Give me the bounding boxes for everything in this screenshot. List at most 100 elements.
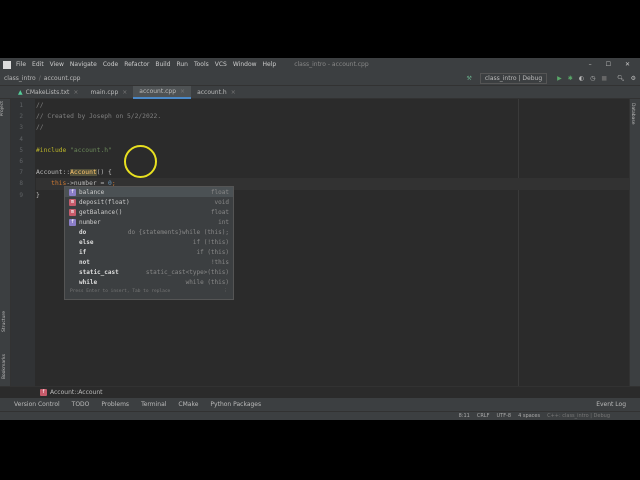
file-encoding[interactable]: UTF-8 (496, 413, 511, 419)
context-selector[interactable]: C++: class_intro | Debug (547, 413, 610, 419)
line-number: 6 (19, 157, 23, 165)
bookmarks-tool-button[interactable]: Bookmarks (2, 354, 7, 379)
completion-popup: f balance float m deposit(float) void m getBala… (64, 186, 234, 300)
completion-name: static_cast (79, 268, 119, 276)
menu-refactor[interactable]: Refactor (124, 61, 149, 68)
method-icon: m (69, 198, 76, 206)
completion-item[interactable]: f balance float (65, 187, 233, 197)
todo-button[interactable]: TODO (72, 401, 90, 408)
completion-type: void (214, 198, 229, 206)
tab-cmakelists[interactable]: ▲ CMakeLists.txt × (12, 86, 84, 99)
event-log-button[interactable]: Event Log (596, 401, 626, 408)
search-icon[interactable]: 🔍︎ (617, 75, 625, 82)
terminal-button[interactable]: Terminal (141, 401, 166, 408)
mouse-cursor-highlight (124, 145, 157, 178)
editor-tabs: ▲ CMakeLists.txt × main.cpp × account.cpp × … (0, 85, 640, 99)
line-number: 7 (19, 169, 23, 177)
completion-type: float (210, 208, 229, 216)
close-button[interactable]: ✕ (625, 61, 630, 68)
settings-gear-icon[interactable]: ⚙ (631, 75, 636, 82)
completion-type: !this (210, 258, 229, 266)
completion-item[interactable]: if if (this) (65, 247, 233, 257)
completion-item[interactable]: static_cast static_cast<type>(this) (65, 267, 233, 277)
breadcrumb-function[interactable]: Account::Account (50, 389, 103, 396)
completion-name: number (79, 218, 101, 226)
close-tab-icon[interactable]: × (231, 89, 236, 96)
completion-item[interactable]: m getBalance() float (65, 207, 233, 217)
completion-item[interactable]: do do {statements}while (this); (65, 227, 233, 237)
menu-window[interactable]: Window (233, 61, 257, 68)
tab-main-cpp[interactable]: main.cpp × (84, 86, 133, 99)
build-hammer-icon[interactable]: ⚒ (466, 75, 471, 82)
project-tool-button[interactable]: Project (0, 101, 5, 116)
menu-build[interactable]: Build (155, 61, 170, 68)
close-tab-icon[interactable]: × (180, 88, 185, 95)
maximize-button[interactable]: ☐ (606, 61, 611, 68)
menu-tools[interactable]: Tools (194, 61, 209, 68)
tab-account-h[interactable]: account.h × (191, 86, 242, 99)
python-packages-button[interactable]: Python Packages (210, 401, 261, 408)
completion-type: int (218, 218, 229, 226)
tab-account-cpp[interactable]: account.cpp × (133, 85, 192, 99)
completion-item[interactable]: else if (!this) (65, 237, 233, 247)
line-number: 8 (19, 180, 23, 188)
breadcrumb-file[interactable]: account.cpp (44, 75, 81, 82)
completion-item[interactable]: f number int (65, 217, 233, 227)
completion-name: getBalance() (79, 208, 123, 216)
minimize-button[interactable]: – (589, 61, 592, 68)
completion-type: static_cast<type>(this) (145, 268, 229, 276)
cmake-button[interactable]: CMake (178, 401, 198, 408)
completion-item[interactable]: m deposit(float) void (65, 197, 233, 207)
completion-item[interactable]: while while (this) (65, 277, 233, 287)
line-separator[interactable]: CRLF (477, 413, 490, 419)
completion-type: while (this) (185, 278, 229, 286)
menu-run[interactable]: Run (176, 61, 188, 68)
menu-bar: File Edit View Navigate Code Refactor Bu… (0, 58, 640, 71)
problems-button[interactable]: Problems (101, 401, 129, 408)
field-icon: f (69, 188, 76, 196)
line-number-gutter: 1 2 3 4 5 6 7 8 9 (11, 99, 35, 386)
indent-setting[interactable]: 4 spaces (518, 413, 540, 419)
breadcrumb-project[interactable]: class_intro (4, 75, 36, 82)
menu-view[interactable]: View (50, 61, 64, 68)
version-control-button[interactable]: Version Control (14, 401, 60, 408)
debug-icon[interactable]: ✱ (568, 75, 573, 82)
tool-window-bar: Version Control TODO Problems Terminal C… (0, 398, 640, 411)
menu-file[interactable]: File (16, 61, 26, 68)
more-options-icon[interactable]: ⋮ (224, 289, 229, 294)
line-number: 5 (19, 146, 23, 154)
menu-code[interactable]: Code (103, 61, 118, 68)
coverage-icon[interactable]: ◐ (579, 75, 584, 82)
line-number: 2 (19, 113, 23, 121)
completion-name: else (79, 238, 94, 246)
completion-name: if (79, 248, 87, 256)
completion-name: not (79, 258, 90, 266)
profile-icon[interactable]: ◷ (590, 75, 595, 82)
database-tool-button[interactable]: Database (630, 103, 635, 124)
menu-vcs[interactable]: VCS (215, 61, 227, 68)
close-tab-icon[interactable]: × (73, 89, 78, 96)
line-number: 9 (19, 191, 23, 199)
navigation-bar: class_intro / account.cpp ⚒ class_intro … (0, 71, 640, 86)
completion-item[interactable]: not !this (65, 257, 233, 267)
completion-name: do (79, 228, 87, 236)
completion-name: while (79, 278, 98, 286)
menu-edit[interactable]: Edit (32, 61, 44, 68)
menu-navigate[interactable]: Navigate (70, 61, 97, 68)
code-breadcrumb: f Account::Account (0, 386, 640, 398)
run-icon[interactable]: ▶ (557, 75, 562, 82)
completion-name: balance (79, 188, 105, 196)
caret-position[interactable]: 8:11 (459, 413, 470, 419)
method-icon: m (69, 208, 76, 216)
close-tab-icon[interactable]: × (122, 89, 127, 96)
app-icon (3, 60, 11, 69)
line-number: 4 (19, 135, 23, 143)
structure-tool-button[interactable]: Structure (2, 311, 7, 332)
run-config-select[interactable]: class_intro | Debug (479, 72, 548, 84)
code-line: // Created by Joseph on 5/2/2022. (36, 113, 162, 121)
stop-icon[interactable]: ■ (601, 75, 607, 82)
completion-type: float (210, 188, 229, 196)
method-icon: f (40, 389, 47, 396)
right-tool-strip: Database (629, 99, 640, 386)
menu-help[interactable]: Help (263, 61, 277, 68)
